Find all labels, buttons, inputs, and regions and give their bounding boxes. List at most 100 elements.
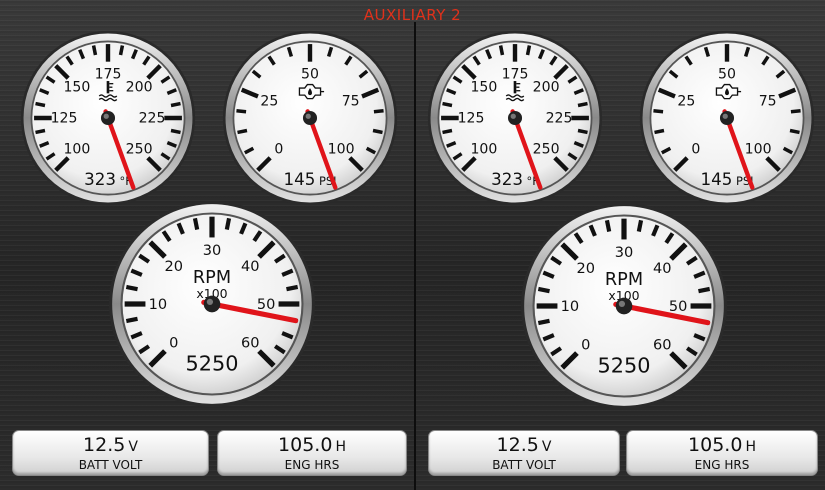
tick-label: 125 <box>51 110 78 126</box>
minor-tick <box>35 101 46 108</box>
tick-label: 175 <box>502 66 529 82</box>
tick-label: 125 <box>458 110 485 126</box>
minor-tick <box>35 128 46 135</box>
rpm-gauge: 0 10 20 30 40 50 60 RPM x100 5250 <box>108 200 316 408</box>
minor-tick <box>537 318 550 326</box>
tick-label: 150 <box>470 79 497 95</box>
tick-label: 25 <box>677 94 695 110</box>
minor-tick <box>125 316 138 324</box>
minor-tick <box>790 109 801 114</box>
temp-gauge-face: 100125150175200225250323 °F <box>20 30 196 206</box>
tick-label: 200 <box>533 79 560 95</box>
minor-tick <box>525 45 532 56</box>
engine-hours-label: ENG HRS <box>284 458 340 472</box>
tick-label: 250 <box>533 142 560 158</box>
battery-voltage-readout: 12.5 V <box>496 434 552 456</box>
minor-tick <box>442 101 453 108</box>
minor-tick <box>654 128 665 135</box>
engine-hours-readout: 105.0 H <box>688 434 756 456</box>
tick-label: 20 <box>165 258 184 275</box>
tick-label: 250 <box>126 142 153 158</box>
minor-tick <box>636 219 644 232</box>
battery-voltage-label: BATT VOLT <box>78 458 143 472</box>
battery-voltage-box: 12.5 V BATT VOLT <box>428 430 620 476</box>
oil-pressure-gauge: 0 25 50 75 100 145 PSI <box>639 30 815 206</box>
tick-label: 75 <box>759 94 777 110</box>
minor-tick <box>498 45 505 56</box>
tick-label: 10 <box>561 298 580 315</box>
tick-label: 30 <box>203 242 222 259</box>
tick-label: 50 <box>669 298 688 315</box>
tick-label: 200 <box>126 79 153 95</box>
minor-tick <box>192 217 200 230</box>
minor-tick <box>604 219 612 232</box>
minor-tick <box>125 284 138 292</box>
gauge-display-screen: AUXILIARY 2 100 125 150 175 200 225 250 323 °F 0… <box>0 0 825 490</box>
engine-panel-2: 100 125 150 175 200 225 250 323 °F 0 25 50 75 100 145… <box>414 0 824 490</box>
minor-tick <box>698 286 711 294</box>
needle-hub-highlight <box>722 113 728 119</box>
engine-hours-label: ENG HRS <box>694 458 750 472</box>
minor-tick <box>653 109 664 114</box>
tick-label: 0 <box>169 334 178 351</box>
needle-hub-highlight <box>618 300 626 308</box>
temp-gauge-face: 100125150175200225250323 °F <box>427 30 603 206</box>
battery-voltage-label: BATT VOLT <box>492 458 556 472</box>
oil-pressure-gauge: 0 25 50 75 100 145 PSI <box>222 30 398 206</box>
tick-label: 225 <box>139 110 166 126</box>
minor-tick <box>237 128 248 135</box>
minor-tick <box>91 45 98 56</box>
minor-tick <box>118 45 125 56</box>
pressure-gauge-face: 0255075100145 PSI <box>639 30 815 206</box>
tick-label: 10 <box>149 296 168 313</box>
engine-hours-box: 105.0 H ENG HRS <box>217 430 407 476</box>
needle-hub-highlight <box>510 113 516 119</box>
tick-label: 100 <box>470 142 497 158</box>
tick-label: 100 <box>328 142 355 158</box>
battery-voltage-readout: 12.5 V <box>83 434 138 456</box>
minor-tick <box>577 128 588 135</box>
tick-label: 100 <box>745 142 772 158</box>
tick-label: 50 <box>718 66 736 82</box>
minor-tick <box>236 109 247 114</box>
minor-tick <box>373 109 384 114</box>
rpm-readout: 5250 <box>186 352 239 376</box>
tick-label: 40 <box>241 258 260 275</box>
minor-tick <box>372 128 383 135</box>
battery-voltage-box: 12.5 V BATT VOLT <box>12 430 209 476</box>
tick-label: 40 <box>653 260 672 277</box>
minor-tick <box>170 128 181 135</box>
needle-hub-highlight <box>206 298 214 306</box>
minor-tick <box>224 217 232 230</box>
rpm-readout: 5250 <box>598 354 651 378</box>
rpm-gauge-face: 0102030405060RPMx1005250 <box>109 201 315 407</box>
minor-tick <box>577 101 588 108</box>
tick-label: 25 <box>260 94 278 110</box>
tick-label: 60 <box>241 334 260 351</box>
tick-label: 60 <box>653 336 672 353</box>
tick-label: 50 <box>257 296 276 313</box>
tick-label: 0 <box>274 142 283 158</box>
minor-tick <box>789 128 800 135</box>
tick-label: 175 <box>95 66 122 82</box>
tick-label: 50 <box>301 66 319 82</box>
engine-hours-box: 105.0 H ENG HRS <box>626 430 818 476</box>
engine-panel-1: 100 125 150 175 200 225 250 323 °F 0 25 50 75 100 145… <box>0 0 410 490</box>
tick-label: 75 <box>342 94 360 110</box>
rpm-gauge: 0 10 20 30 40 50 60 RPM x100 5250 <box>520 202 728 410</box>
rpm-gauge-face: 0102030405060RPMx1005250 <box>521 203 727 409</box>
needle-hub-highlight <box>305 113 311 119</box>
coolant-temp-gauge: 100 125 150 175 200 225 250 323 °F <box>20 30 196 206</box>
pressure-gauge-face: 0255075100145 PSI <box>222 30 398 206</box>
tick-label: 20 <box>577 260 596 277</box>
tick-label: 100 <box>63 142 90 158</box>
minor-tick <box>170 101 181 108</box>
minor-tick <box>286 284 299 292</box>
tick-label: 30 <box>615 244 634 261</box>
minor-tick <box>537 286 550 294</box>
needle-hub-highlight <box>103 113 109 119</box>
engine-hours-readout: 105.0 H <box>278 434 346 456</box>
tick-label: 0 <box>691 142 700 158</box>
coolant-temp-gauge: 100 125 150 175 200 225 250 323 °F <box>427 30 603 206</box>
tick-label: 225 <box>546 110 573 126</box>
